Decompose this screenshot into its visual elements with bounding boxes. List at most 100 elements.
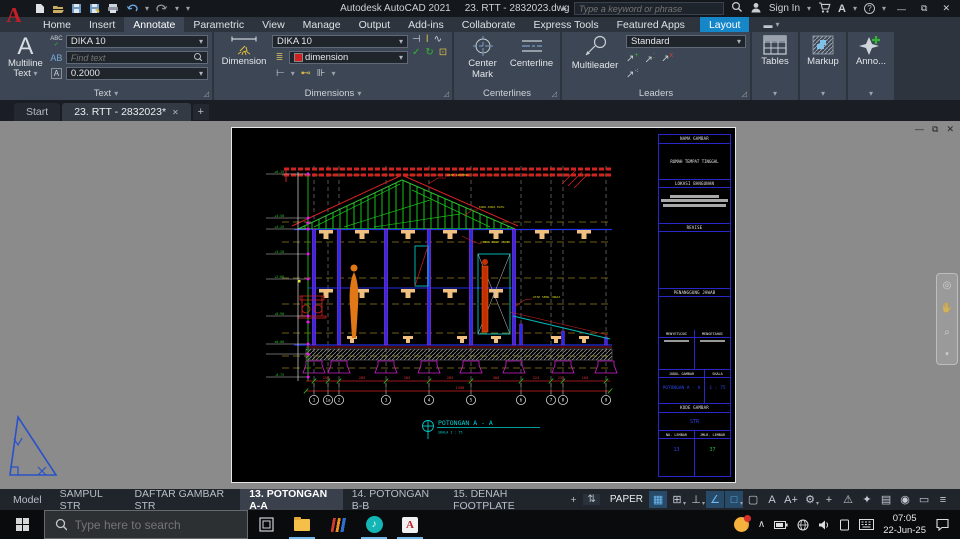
steering-wheel-icon[interactable]: ◎ bbox=[943, 280, 952, 291]
taskbar-clock[interactable]: 07:05 22-Jun-25 bbox=[883, 513, 926, 537]
qat-customize-icon[interactable]: ▾ bbox=[186, 4, 190, 13]
center-mark-button[interactable]: Center Mark bbox=[461, 34, 505, 87]
dim-continue-icon[interactable]: ⊪ bbox=[317, 68, 326, 79]
dim-break-icon[interactable]: ⊷ bbox=[301, 68, 311, 79]
leader-align-icon[interactable]: ↗⁚ bbox=[644, 52, 655, 65]
tab-view[interactable]: View bbox=[253, 17, 294, 32]
annotation-monitor-icon[interactable]: ⚠ bbox=[839, 491, 857, 508]
leader-add-icon[interactable]: ↗+ bbox=[626, 52, 638, 65]
battery-icon[interactable] bbox=[774, 520, 788, 530]
taskbar-search-box[interactable] bbox=[44, 510, 248, 539]
drawing-close-icon[interactable]: ✕ bbox=[946, 124, 954, 135]
dim-style-select[interactable]: DIKA 10 ▾ bbox=[272, 35, 408, 48]
autodesk-app-icon[interactable]: A bbox=[838, 3, 846, 15]
find-text-search-icon[interactable] bbox=[193, 52, 203, 64]
close-button[interactable]: ✕ bbox=[938, 3, 954, 14]
keyword-search-input[interactable] bbox=[578, 3, 719, 14]
leader-remove-icon[interactable]: ↗x bbox=[661, 52, 673, 65]
network-globe-icon[interactable] bbox=[797, 519, 809, 531]
find-text-box[interactable] bbox=[65, 51, 208, 64]
ortho-icon[interactable]: ⊥ ▾ bbox=[687, 491, 705, 508]
tray-notification-app-icon[interactable] bbox=[733, 515, 751, 532]
file-tab-document[interactable]: 23. RTT - 2832023* ✕ bbox=[62, 103, 191, 121]
drawing-restore-icon[interactable]: ⧉ bbox=[932, 124, 938, 135]
tab-express-tools[interactable]: Express Tools bbox=[524, 17, 607, 32]
isolate-objects-icon[interactable]: ◉ bbox=[896, 491, 914, 508]
tab-parametric[interactable]: Parametric bbox=[184, 17, 253, 32]
app-store-cart-icon[interactable] bbox=[818, 1, 831, 16]
tab-collaborate[interactable]: Collaborate bbox=[453, 17, 525, 32]
drawing-canvas[interactable]: — ⧉ ✕ +6.15 +4.50 +4.20 +3.20 +2.60 +0.9… bbox=[0, 121, 960, 489]
markup-button[interactable]: Markup bbox=[804, 34, 842, 87]
crosshair-icon[interactable]: + bbox=[820, 491, 838, 508]
dim-layer-select[interactable]: dimension ▾ bbox=[289, 51, 408, 64]
tab-addins[interactable]: Add-ins bbox=[399, 17, 453, 32]
workspace-switch-icon[interactable]: ✦ bbox=[858, 491, 876, 508]
layout-paper[interactable]: +6.15 +4.50 +4.20 +3.20 +2.60 +0.90 ±0.0… bbox=[231, 127, 736, 483]
multiline-text-button[interactable]: A Multiline Text ▾ bbox=[4, 34, 47, 87]
object-snap-icon[interactable]: □ ▾ bbox=[725, 491, 744, 508]
text-style-select[interactable]: DIKA 10 ▾ bbox=[65, 35, 208, 48]
new-drawing-tab-button[interactable]: + bbox=[192, 104, 209, 120]
annotation-autoscale-icon[interactable]: A+ bbox=[782, 491, 800, 508]
undo-icon[interactable] bbox=[126, 3, 138, 14]
multileader-style-select[interactable]: Standard ▾ bbox=[626, 35, 746, 48]
tables-panel-dropdown[interactable]: ▾ bbox=[752, 87, 798, 100]
open-file-icon[interactable] bbox=[52, 3, 64, 14]
ribbon-display-toggle[interactable]: ▬ ▾ bbox=[763, 17, 779, 32]
user-icon[interactable] bbox=[750, 2, 762, 16]
tab-insert[interactable]: Insert bbox=[80, 17, 124, 32]
plot-icon[interactable] bbox=[107, 3, 119, 14]
customization-menu-icon[interactable]: ≡ bbox=[934, 491, 952, 508]
file-tab-start[interactable]: Start bbox=[14, 103, 61, 121]
display-area-icon[interactable]: ▭ bbox=[915, 491, 933, 508]
file-tab-close-icon[interactable]: ✕ bbox=[172, 108, 179, 117]
snap-icon[interactable]: ⊞ ▾ bbox=[668, 491, 686, 508]
dim-update-icon[interactable]: ✓ bbox=[412, 47, 420, 58]
new-layout-button[interactable]: + bbox=[563, 494, 583, 506]
dim-jogged-icon[interactable]: ∿ bbox=[434, 34, 442, 45]
grid-icon[interactable]: ▦ bbox=[649, 491, 668, 508]
polar-tracking-icon[interactable]: ∠ bbox=[706, 491, 725, 508]
navbar-dropdown-icon[interactable]: ▾ bbox=[945, 350, 949, 358]
search-icon[interactable] bbox=[731, 1, 743, 16]
sign-in-dropdown-icon[interactable]: ▾ bbox=[807, 4, 811, 13]
tab-layout[interactable]: Layout bbox=[699, 17, 750, 32]
autocad-logo-icon[interactable]: A bbox=[0, 0, 28, 30]
file-explorer-button[interactable] bbox=[284, 510, 320, 539]
quick-properties-icon[interactable]: ▤ bbox=[877, 491, 895, 508]
annotation-panel-dropdown[interactable]: ▾ bbox=[848, 87, 894, 100]
dim-baseline-icon[interactable]: ⊢ bbox=[276, 68, 285, 79]
taskbar-search-input[interactable] bbox=[74, 517, 237, 532]
spell-check-icon[interactable]: ABC ✓ bbox=[49, 36, 64, 48]
find-text-input[interactable] bbox=[70, 52, 171, 63]
paper-space-toggle[interactable]: PAPER bbox=[610, 494, 643, 505]
tab-manage[interactable]: Manage bbox=[294, 17, 350, 32]
tab-home[interactable]: Home bbox=[34, 17, 80, 32]
centerline-button[interactable]: Centerline bbox=[510, 34, 554, 87]
sign-in-button[interactable]: Sign In bbox=[769, 3, 800, 14]
help-icon[interactable]: ? bbox=[864, 3, 875, 14]
markup-panel-dropdown[interactable]: ▾ bbox=[800, 87, 846, 100]
zoom-extents-icon[interactable]: ⌕ bbox=[944, 327, 950, 338]
minimize-button[interactable]: — bbox=[893, 4, 910, 14]
dimension-button[interactable]: Dimension bbox=[218, 34, 270, 87]
save-as-icon[interactable] bbox=[89, 3, 100, 14]
new-file-icon[interactable] bbox=[34, 3, 45, 14]
layout-overflow-icon[interactable]: ⇅ bbox=[583, 494, 600, 505]
text-panel-label[interactable]: Text ▾ ◿ bbox=[0, 87, 212, 100]
text-panel-launcher-icon[interactable]: ◿ bbox=[204, 90, 209, 98]
dim-override-icon[interactable]: ↻ bbox=[425, 47, 433, 58]
undo-dropdown-icon[interactable]: ▾ bbox=[145, 4, 149, 13]
keyword-search-box[interactable] bbox=[573, 2, 724, 15]
multileader-button[interactable]: Multileader bbox=[566, 34, 624, 87]
dim-reassociate-icon[interactable]: ⊡ bbox=[439, 47, 447, 58]
dimensions-panel-label[interactable]: Dimensions ▾ ◿ bbox=[214, 87, 452, 100]
phone-link-icon[interactable] bbox=[839, 519, 850, 531]
redo-dropdown-icon[interactable]: ▾ bbox=[175, 4, 179, 13]
annotation-scale-gear-icon[interactable]: ⚙ ▾ bbox=[801, 491, 819, 508]
office-app-button[interactable] bbox=[320, 510, 356, 539]
speaker-icon[interactable] bbox=[818, 519, 830, 531]
drawing-minimize-icon[interactable]: — bbox=[915, 124, 924, 135]
isodraft-icon[interactable]: ▢ bbox=[744, 491, 762, 508]
